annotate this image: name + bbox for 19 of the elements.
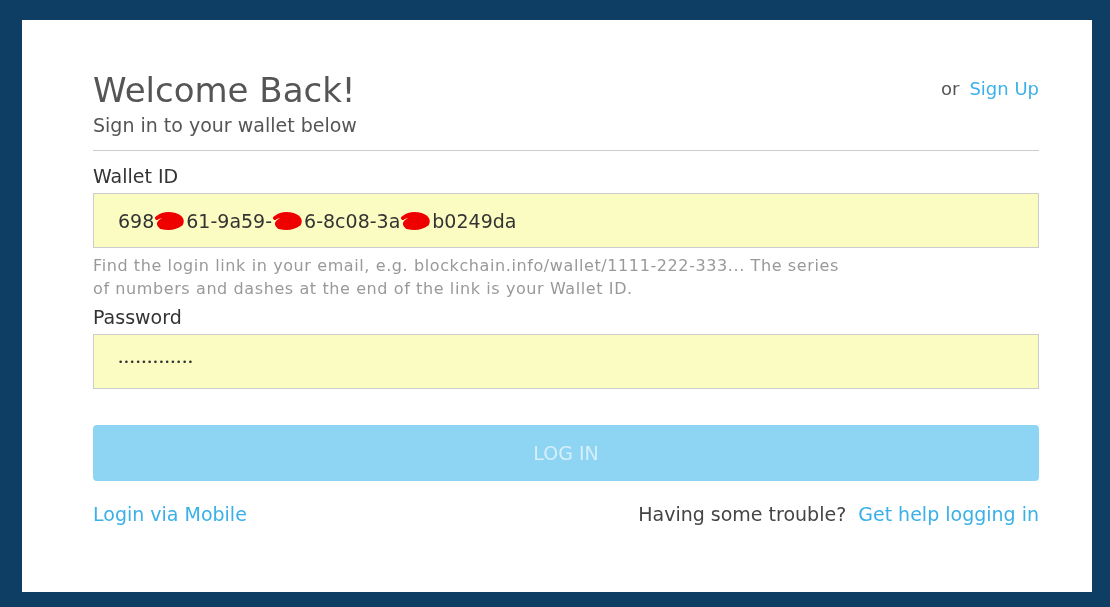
wallet-id-text: b0249da	[432, 209, 517, 232]
sign-up-link[interactable]: Sign Up	[969, 78, 1039, 99]
get-help-link[interactable]: Get help logging in	[858, 503, 1039, 525]
wallet-id-help-text: Find the login link in your email, e.g. blockchain.info/wallet/1111-222-333... The series of numbers and dashes at the end of the link is your Wallet ID.	[93, 255, 840, 300]
page-title: Welcome Back!	[93, 69, 357, 112]
password-field[interactable]: •••••••••••••	[93, 334, 1039, 389]
field-label: Wallet ID	[93, 165, 180, 187]
redaction-scribble-icon	[273, 209, 304, 232]
trouble-text: Having some trouble?	[638, 503, 847, 525]
page-subtitle: Sign in to your wallet below	[93, 114, 357, 136]
redaction-scribble-icon	[401, 209, 432, 232]
wallet-id-field[interactable]: 698 61-9a59- 6-8c08-3a b0249da	[93, 193, 1039, 248]
or-text: or	[941, 78, 960, 99]
wallet-id-text: 6-8c08-3a	[304, 209, 401, 232]
wallet-id-text: 698	[118, 209, 155, 232]
field-label: Password	[93, 306, 183, 328]
redaction-scribble-icon	[155, 209, 186, 232]
wallet-id-text: 61-9a59-	[186, 209, 273, 232]
login-via-mobile-link[interactable]: Login via Mobile	[93, 503, 247, 525]
